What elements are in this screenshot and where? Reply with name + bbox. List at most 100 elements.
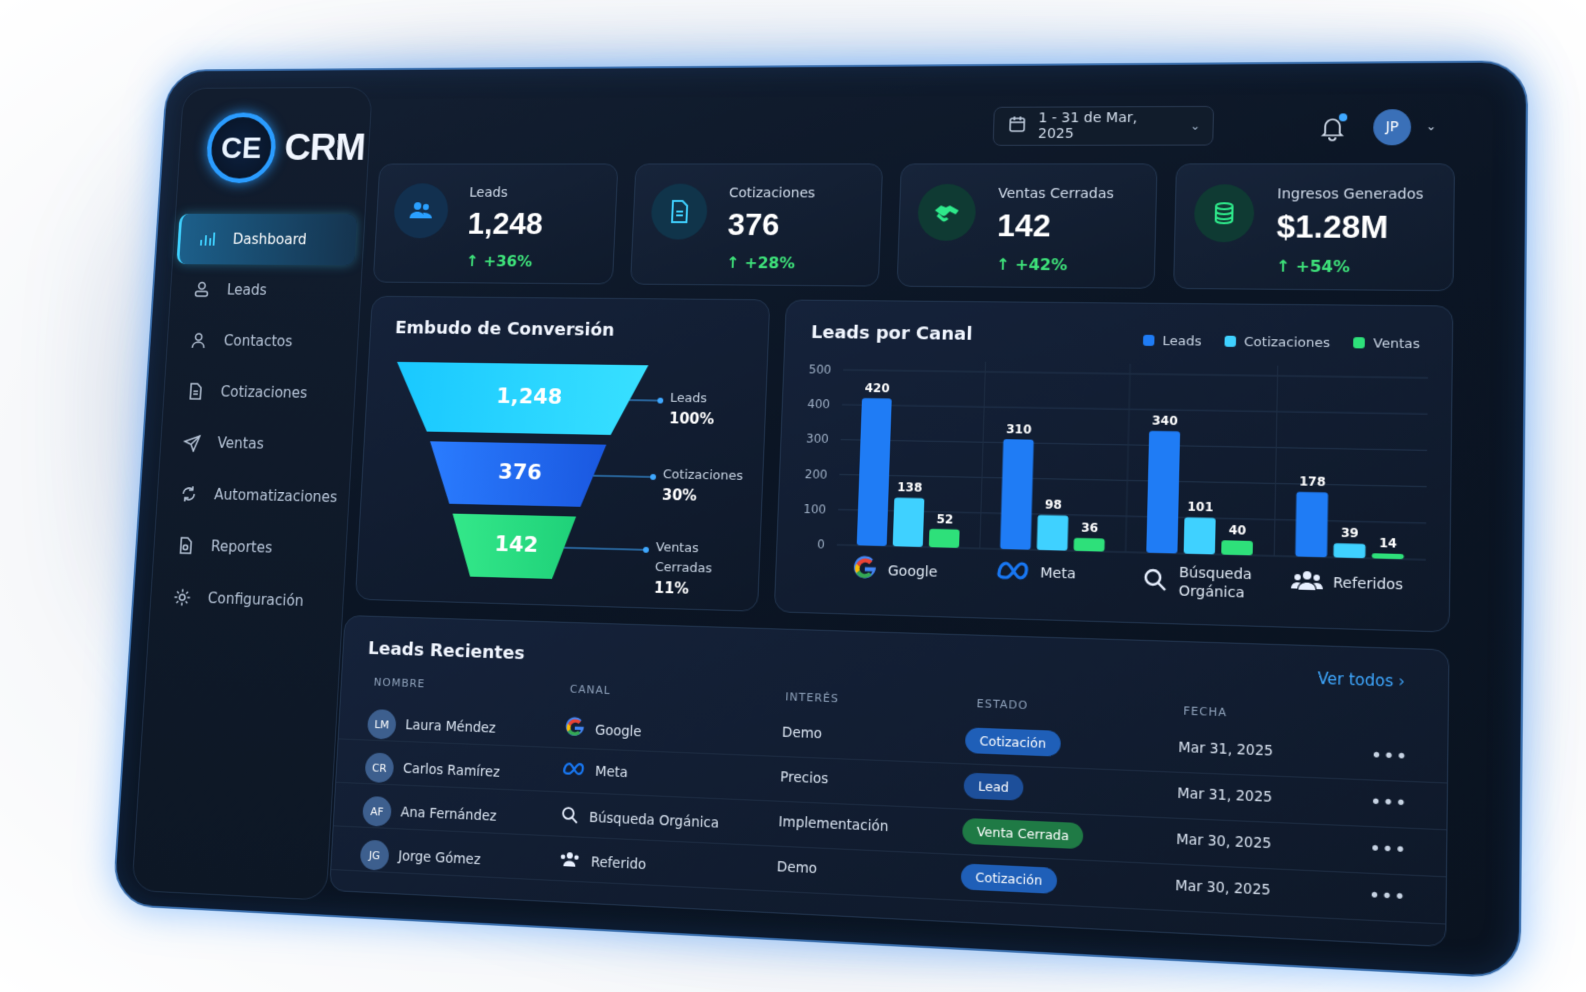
sidebar-item-ventas[interactable]: Ventas bbox=[163, 416, 345, 471]
google-icon bbox=[851, 555, 878, 586]
kpi-label: Ingresos Generados bbox=[1277, 186, 1424, 203]
bar-ventas-2[interactable] bbox=[1221, 540, 1253, 556]
date-value: Mar 30, 2025 bbox=[1175, 877, 1271, 899]
leads-by-channel-panel: Leads por Canal Leads Cotizaciones Venta… bbox=[773, 299, 1454, 633]
users-icon bbox=[392, 183, 450, 239]
gridline bbox=[841, 440, 1427, 451]
funnel-label-ventas: Ventas Cerradas 11% bbox=[654, 538, 760, 603]
y-tick-label: 100 bbox=[803, 501, 826, 516]
status-badge: Lead bbox=[963, 772, 1024, 801]
sidebar-item-label: Automatizaciones bbox=[213, 485, 338, 506]
sidebar-item-dashboard[interactable]: Dashboard bbox=[176, 213, 358, 266]
bar-value-label: 40 bbox=[1229, 522, 1247, 537]
category-label-text: Referidos bbox=[1332, 575, 1404, 594]
search-icon bbox=[559, 804, 580, 829]
interest-value: Demo bbox=[781, 724, 823, 743]
bar-cotizaciones-0[interactable] bbox=[892, 497, 925, 547]
cell-interest: Demo bbox=[782, 725, 823, 743]
lead-name: Jorge Gómez bbox=[397, 848, 481, 869]
kpi-card-ingresos[interactable]: Ingresos Generados $1.28M ↑ +54% bbox=[1173, 163, 1455, 292]
chevron-down-icon: ⌄ bbox=[1189, 118, 1201, 133]
sidebar-item-cotizaciones[interactable]: Cotizaciones bbox=[167, 365, 349, 419]
cell-status: Venta Cerrada bbox=[962, 817, 1084, 850]
gridline bbox=[839, 475, 1426, 487]
bar-value-label: 98 bbox=[1045, 497, 1062, 512]
channel-name: Referido bbox=[590, 854, 647, 874]
date-range-picker[interactable]: 1 - 31 de Mar, 2025 ⌄ bbox=[992, 105, 1215, 146]
bar-value-label: 138 bbox=[897, 480, 923, 495]
bar-cotizaciones-3[interactable] bbox=[1333, 543, 1366, 559]
sidebar-item-reportes[interactable]: Reportes bbox=[157, 519, 340, 576]
cell-interest: Demo bbox=[776, 859, 817, 877]
category-label: Búsqueda Orgánica bbox=[1141, 563, 1280, 604]
funnel-value-cotizaciones: 376 bbox=[497, 460, 543, 486]
more-options-icon[interactable]: ••• bbox=[1370, 745, 1408, 769]
kpi-value: $1.28M bbox=[1276, 208, 1389, 246]
channel-name: Google bbox=[594, 722, 642, 741]
document-icon bbox=[650, 183, 709, 240]
y-tick-label: 200 bbox=[805, 466, 828, 481]
sidebar-item-configuracion[interactable]: Configuración bbox=[153, 571, 336, 629]
gridline bbox=[842, 405, 1428, 414]
gridline bbox=[838, 510, 1426, 524]
bar-value-label: 52 bbox=[936, 511, 953, 526]
more-options-icon[interactable]: ••• bbox=[1368, 884, 1406, 908]
funnel-stage-pct: 11% bbox=[653, 578, 690, 598]
bar-value-label: 340 bbox=[1152, 413, 1178, 428]
category-label: Google bbox=[851, 555, 985, 589]
y-tick-label: 500 bbox=[809, 362, 832, 377]
avatar: CR bbox=[364, 752, 395, 784]
kpi-delta: ↑ +28% bbox=[725, 253, 796, 273]
more-options-icon[interactable]: ••• bbox=[1370, 791, 1408, 815]
kpi-card-ventas-cerradas[interactable]: Ventas Cerradas 142 ↑ +42% bbox=[896, 163, 1158, 289]
calendar-icon bbox=[1008, 115, 1027, 137]
user-avatar[interactable]: JP bbox=[1372, 109, 1412, 146]
see-all-link[interactable]: Ver todos › bbox=[1317, 669, 1405, 691]
kpi-value: 142 bbox=[996, 207, 1052, 244]
bar-ventas-3[interactable] bbox=[1371, 553, 1404, 560]
more-options-icon[interactable]: ••• bbox=[1369, 838, 1407, 862]
bar-ventas-0[interactable] bbox=[928, 528, 960, 548]
group-separator bbox=[1274, 366, 1278, 556]
bar-leads-0[interactable] bbox=[856, 398, 892, 547]
bar-cotizaciones-1[interactable] bbox=[1036, 514, 1069, 551]
sidebar-item-label: Cotizaciones bbox=[220, 383, 308, 402]
column-header-interes: INTERÉS bbox=[785, 690, 840, 706]
kpi-label: Ventas Cerradas bbox=[997, 185, 1115, 202]
bar-leads-3[interactable] bbox=[1295, 491, 1329, 558]
bar-ventas-1[interactable] bbox=[1073, 537, 1105, 552]
sidebar-item-automatizaciones[interactable]: Automatizaciones bbox=[160, 468, 343, 524]
status-badge: Cotización bbox=[960, 863, 1058, 894]
lead-name: Ana Fernández bbox=[400, 804, 497, 825]
cell-name: LM Laura Méndez bbox=[366, 708, 497, 744]
kpi-label: Leads bbox=[468, 185, 508, 201]
group-separator bbox=[980, 362, 986, 549]
handshake-icon bbox=[917, 183, 977, 241]
bar-cotizaciones-2[interactable] bbox=[1183, 517, 1216, 555]
google-icon bbox=[563, 716, 586, 743]
bar-leads-1[interactable] bbox=[1000, 439, 1034, 550]
column-header-nombre: NOMBRE bbox=[373, 675, 426, 691]
column-header-canal: CANAL bbox=[569, 682, 611, 698]
funnel-value-ventas: 142 bbox=[493, 532, 539, 558]
kpi-card-cotizaciones[interactable]: Cotizaciones 376 ↑ +28% bbox=[629, 163, 884, 287]
bar-value-label: 39 bbox=[1341, 525, 1359, 541]
interest-value: Demo bbox=[776, 858, 818, 878]
category-label: Meta bbox=[995, 559, 1132, 589]
contact-icon bbox=[189, 331, 208, 350]
kpi-delta-value: +28% bbox=[744, 253, 796, 273]
bar-leads-2[interactable] bbox=[1146, 430, 1181, 554]
bar-value-label: 178 bbox=[1299, 474, 1326, 490]
kpi-card-leads[interactable]: Leads 1,248 ↑ +36% bbox=[372, 163, 619, 285]
y-tick-label: 300 bbox=[806, 432, 829, 447]
date-value: Mar 30, 2025 bbox=[1176, 831, 1272, 853]
category-label: Referidos bbox=[1290, 567, 1432, 602]
meta-icon bbox=[562, 760, 586, 781]
funnel-label-leads: Leads 100% bbox=[669, 389, 716, 431]
sidebar-item-contactos[interactable]: Contactos bbox=[170, 315, 352, 368]
funnel-stage-name: Ventas Cerradas bbox=[654, 540, 713, 577]
sidebar-item-leads[interactable]: Leads bbox=[173, 264, 354, 316]
chevron-down-icon[interactable]: ⌄ bbox=[1426, 119, 1437, 133]
brand-logo[interactable]: CE CRM bbox=[204, 112, 367, 184]
bar-value-label: 420 bbox=[865, 381, 890, 396]
